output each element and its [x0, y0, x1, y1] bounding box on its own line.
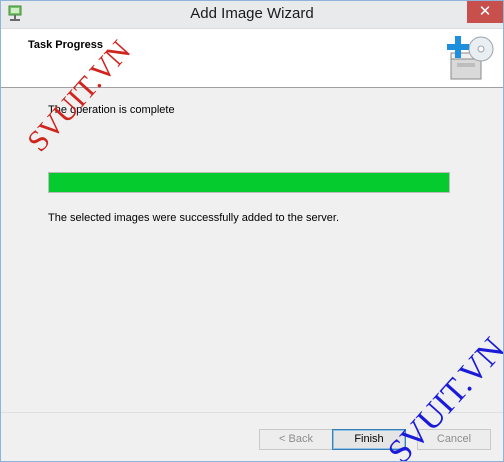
window-title: Add Image Wizard — [190, 5, 314, 22]
close-icon: ✕ — [478, 2, 492, 20]
result-message: The selected images were successfully ad… — [48, 212, 340, 224]
title-bar[interactable]: Add Image Wizard ✕ — [1, 1, 503, 29]
add-image-icon — [443, 33, 495, 83]
page-title: Task Progress — [28, 39, 104, 51]
wizard-window: Add Image Wizard ✕ Task Progress The ope… — [0, 0, 504, 462]
progress-fill — [49, 173, 449, 192]
close-button[interactable]: ✕ — [467, 1, 503, 23]
progress-bar — [48, 172, 450, 193]
back-button[interactable]: < Back — [259, 429, 333, 450]
